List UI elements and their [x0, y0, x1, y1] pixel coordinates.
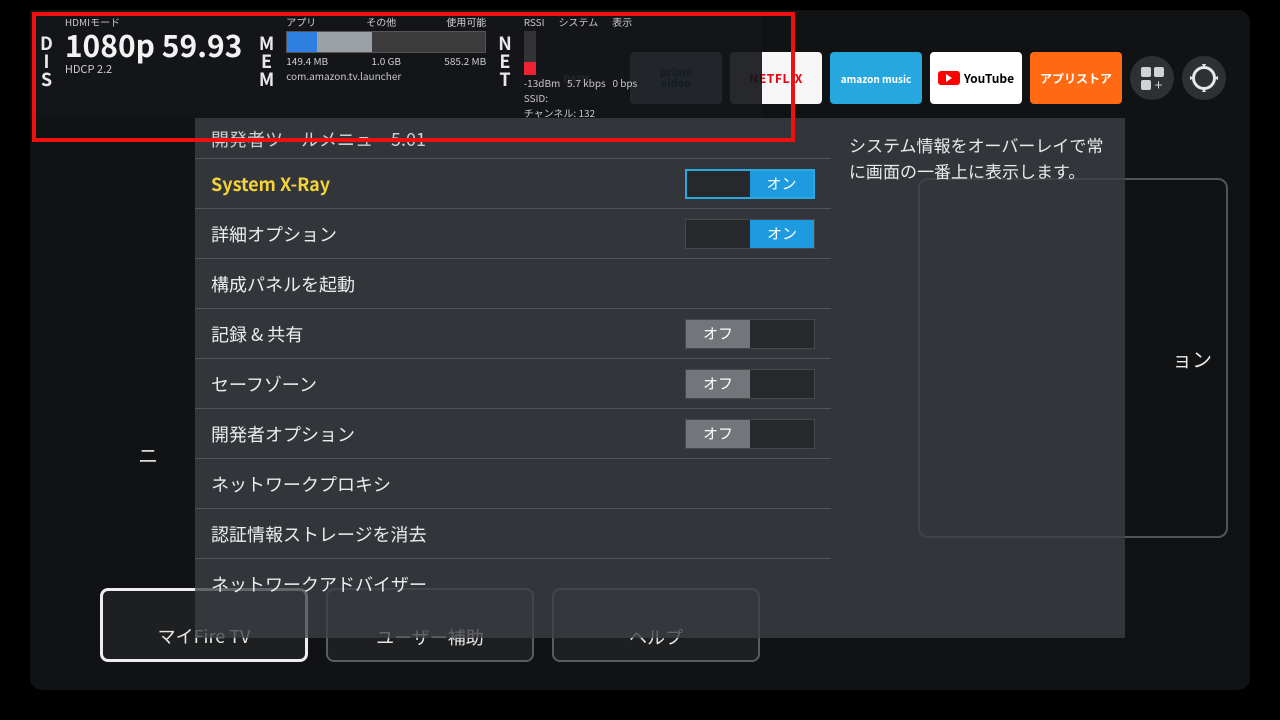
xray-section-network: NET	[498, 14, 511, 88]
dev-row-2[interactable]: 構成パネルを起動	[195, 258, 831, 308]
display-resolution: 1080p 59.93	[65, 29, 247, 61]
net-system-label: システム	[559, 14, 599, 29]
dev-row-label: 認証情報ストレージを消去	[211, 521, 427, 547]
dev-row-6[interactable]: ネットワークプロキシ	[195, 458, 831, 508]
mem-total-value: 1.0 GB	[371, 53, 401, 68]
dev-row-label: 開発者オプション	[211, 421, 355, 447]
mem-avail-value: 585.2 MB	[444, 53, 486, 68]
apps-grid-button[interactable]: +	[1130, 56, 1174, 100]
net-values: -13dBm 5.7 kbps 0 bps	[524, 75, 638, 90]
bg-text-fragment-left: ニ	[138, 440, 158, 469]
app-tile-amazon-music[interactable]: amazon music	[830, 52, 922, 104]
dev-row-8[interactable]: ネットワークアドバイザー	[195, 558, 831, 608]
dev-row-label: 構成パネルを起動	[211, 271, 355, 297]
bg-text-fragment: ョン	[1172, 344, 1212, 373]
hdcp-version: HDCP 2.2	[65, 61, 247, 77]
mem-avail-label: 使用可能	[446, 14, 486, 29]
toggle[interactable]: オン	[685, 219, 815, 249]
system-xray-overlay: DIS HDMIモード 1080p 59.93 HDCP 2.2 MEM アプリ…	[30, 10, 762, 118]
youtube-icon	[938, 71, 960, 85]
dev-row-3[interactable]: 記録 & 共有 オフ	[195, 308, 831, 358]
app-tile-appstore[interactable]: アプリストア	[1030, 52, 1122, 104]
dev-row-5[interactable]: 開発者オプション オフ	[195, 408, 831, 458]
toggle[interactable]: オフ	[685, 369, 815, 399]
dev-row-label: 詳細オプション	[211, 221, 337, 247]
gear-icon	[1192, 66, 1216, 90]
settings-button[interactable]	[1182, 56, 1226, 100]
apps-grid-icon: +	[1141, 67, 1164, 90]
mem-package: com.amazon.tv.launcher	[286, 68, 486, 83]
net-channel: チャンネル: 132	[524, 105, 638, 120]
xray-section-memory: MEM	[259, 14, 274, 88]
toggle[interactable]: オフ	[685, 419, 815, 449]
xray-section-display: DIS	[40, 14, 53, 88]
mem-app-label: アプリ	[286, 14, 316, 29]
dev-row-label: System X-Ray	[211, 171, 330, 197]
dev-row-label: 記録 & 共有	[211, 321, 303, 347]
dev-row-4[interactable]: セーフゾーン オフ	[195, 358, 831, 408]
dev-row-0[interactable]: System X-Ray オン	[195, 158, 831, 208]
net-ssid: SSID:	[524, 90, 638, 105]
dev-panel-title: 開発者ツールメニュー5.01	[195, 118, 831, 158]
developer-tools-panel: 開発者ツールメニュー5.01 System X-Rayオン詳細オプションオン構成…	[195, 118, 1125, 638]
mem-other-label: その他	[366, 14, 396, 29]
net-display-label: 表示	[612, 14, 632, 29]
mem-app-value: 149.4 MB	[286, 53, 328, 68]
dev-row-7[interactable]: 認証情報ストレージを消去	[195, 508, 831, 558]
toggle[interactable]: オン	[685, 169, 815, 199]
toggle[interactable]: オフ	[685, 319, 815, 349]
rssi-label: RSSI	[524, 14, 545, 29]
memory-bar	[286, 31, 486, 53]
dev-row-1[interactable]: 詳細オプション オン	[195, 208, 831, 258]
dev-row-label: ネットワークプロキシ	[211, 471, 391, 497]
dev-row-label: セーフゾーン	[211, 371, 317, 397]
app-tile-youtube[interactable]: YouTube	[930, 52, 1022, 104]
dev-row-label: ネットワークアドバイザー	[211, 571, 427, 597]
dev-panel-description: システム情報をオーバーレイで常に画面の一番上に表示します。	[831, 118, 1125, 638]
rssi-bar	[524, 31, 536, 75]
